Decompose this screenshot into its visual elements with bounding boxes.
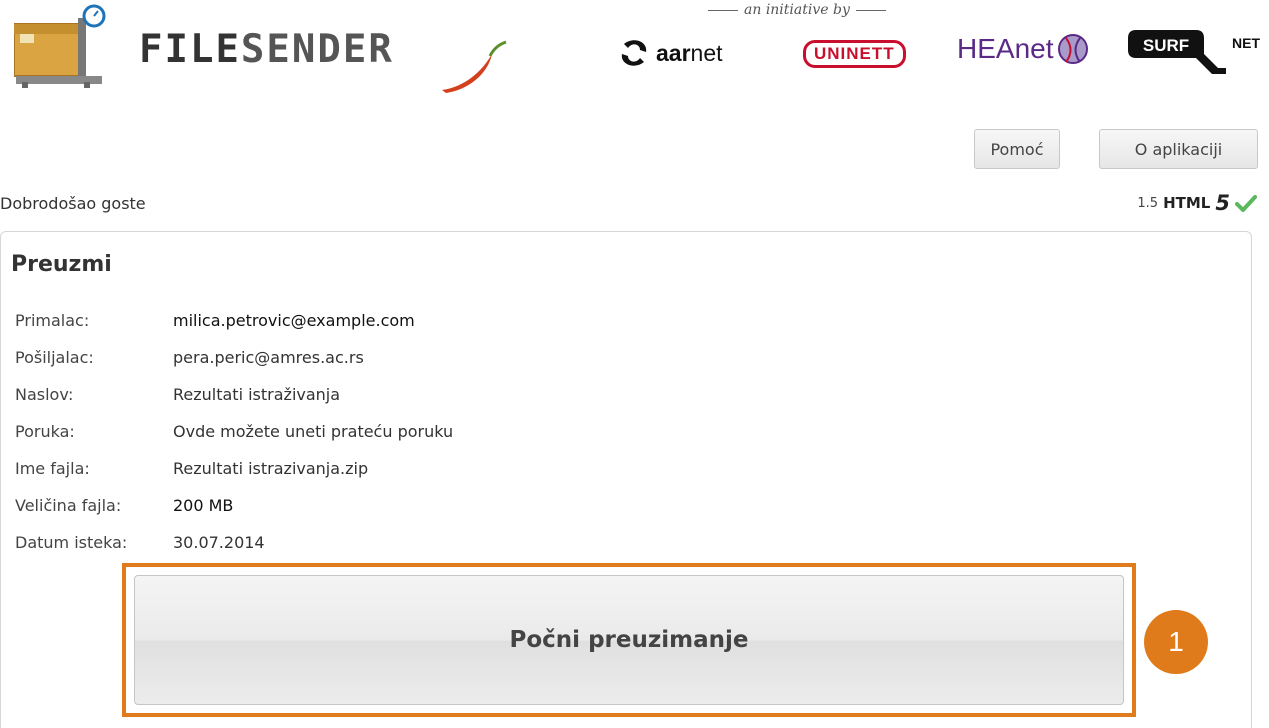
panel-title: Preuzmi [11,252,112,277]
welcome-message: Dobrodošao goste [0,194,146,213]
svg-text:NET: NET [1232,35,1260,51]
start-download-button[interactable]: Počni preuzimanje [134,575,1124,705]
info-label: Veličina fajla: [15,496,122,515]
info-label: Poruka: [15,422,75,441]
about-button[interactable]: O aplikaciji [1099,129,1258,169]
info-value: milica.petrovic@example.com [173,311,415,330]
globe-icon [1057,34,1088,64]
surfnet-logo: SURF NET [1128,30,1260,74]
info-label: Pošiljalac: [15,348,94,367]
help-button[interactable]: Pomoć [974,129,1060,169]
info-row-recipient: Primalac: milica.petrovic@example.com [15,302,453,339]
info-row-sender: Pošiljalac: pera.peric@amres.ac.rs [15,339,453,376]
info-label: Naslov: [15,385,74,404]
chili-icon [442,40,507,93]
info-value: 30.07.2014 [173,533,265,552]
aarnet-swirl-icon [621,40,647,66]
html-label: HTML [1163,194,1211,212]
info-value: Rezultati istrazivanja.zip [173,459,369,478]
file-info-list: Primalac: milica.petrovic@example.com Po… [15,302,453,561]
aarnet-logo: aarnet [616,38,723,68]
info-value: Ovde možete uneti prateću poruku [173,422,454,441]
initiative-caption: an initiative by [708,2,908,18]
info-label: Ime fajla: [15,459,90,478]
version-number: 1.5 [1137,195,1159,211]
info-row-filename: Ime fajla: Rezultati istrazivanja.zip [15,450,453,487]
info-label: Datum isteka: [15,533,128,552]
html5-badge: 5 [1215,191,1230,215]
download-highlight-frame: Počni preuzimanje [122,563,1136,717]
info-label: Primalac: [15,311,90,330]
uninett-logo: UNINETT [803,40,906,68]
info-value: pera.peric@amres.ac.rs [173,348,364,367]
info-row-filesize: Veličina fajla: 200 MB [15,487,453,524]
info-row-subject: Naslov: Rezultati istraživanja [15,376,453,413]
version-info: 1.5 HTML 5 [1137,191,1257,215]
filesender-logo-text: FILESENDER [139,27,394,72]
download-panel: Preuzmi Primalac: milica.petrovic@exampl… [0,231,1252,728]
step-number-badge: 1 [1144,610,1208,674]
heanet-logo: HEAnet [957,32,1090,66]
info-value: 200 MB [173,496,234,515]
filesender-logo-icon [14,4,106,88]
page: FILESENDER an initiative by aarnet UNINE… [0,0,1269,728]
checkmark-icon [1235,195,1257,212]
info-value: Rezultati istraživanja [173,385,341,404]
info-row-message: Poruka: Ovde možete uneti prateću poruku [15,413,453,450]
info-row-expiry: Datum isteka: 30.07.2014 [15,524,453,561]
svg-text:SURF: SURF [1143,36,1189,55]
